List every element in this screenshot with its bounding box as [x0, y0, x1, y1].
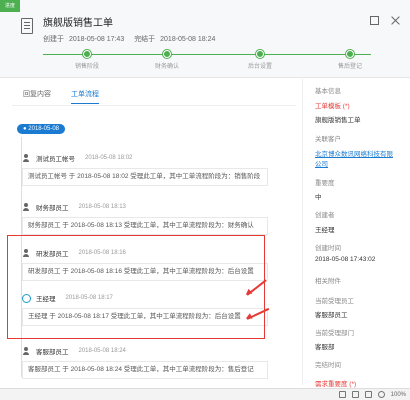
ticket-header: 进度 旗舰版销售工单 创建于 2018-05-08 17:43 完结于 2018…: [0, 0, 410, 78]
completed-label: 完结于: [134, 36, 156, 43]
step-label-1: 销售阶段: [74, 64, 100, 70]
entry-text: 测试员工帐号 于 2018-05-08 18:02 受理此工单，其中工单流程阶段…: [22, 168, 268, 186]
customer-link[interactable]: 北京博众数讯网络科技有限: [315, 148, 393, 158]
highlight-box: [7, 235, 265, 339]
created-time-value: 2018-05-08 17:43:02: [315, 256, 376, 263]
person-icon: [22, 347, 30, 355]
step-dot-2: [163, 50, 171, 58]
ticket-title: 旗舰版销售工单: [43, 18, 113, 29]
step-label-2: 财务确认: [154, 64, 180, 70]
current-handler-value: 客服部员工: [315, 312, 348, 319]
ticket-dates: 创建于 2018-05-08 17:43 完结于 2018-05-08 18:2…: [43, 34, 218, 44]
requirement-label: 需求重要度 (*): [315, 381, 357, 388]
attachment-label: 相关附件: [315, 278, 341, 285]
document-icon: [21, 18, 33, 34]
progress-line: [43, 54, 371, 55]
template-value: 旗舰版销售工单: [315, 117, 361, 124]
step-dot-4: [346, 50, 354, 58]
section-title: 基本信息: [315, 88, 341, 95]
close-icon[interactable]: [391, 16, 400, 25]
entry-time: 2018-05-08 18:02: [85, 155, 133, 161]
person-icon: [22, 203, 30, 211]
creator-label: 创建者: [315, 212, 335, 219]
creator-value: 王经理: [315, 227, 335, 234]
entry-name: 客服部员工: [36, 349, 69, 356]
step-label-3: 后台设置: [247, 64, 273, 70]
current-handler-label: 当前受理员工: [315, 298, 354, 305]
entry-text: 财务部员工 于 2018-05-08 18:13 受理此工单，其中工单流程阶段为…: [22, 217, 268, 235]
entry-text: 客服部员工 于 2018-05-08 18:24 受理此工单，其中工单流程阶段为…: [22, 361, 268, 379]
created-value: 2018-05-08 17:43: [68, 36, 125, 43]
current-dept-label: 当前受理部门: [315, 330, 354, 337]
zoom-icon[interactable]: [377, 391, 385, 398]
priority-value: 中: [315, 194, 322, 201]
corner-tag: 进度: [0, 0, 20, 12]
info-panel: 基本信息 工单模板 (*) 旗舰版销售工单 关联客户 北京博众数讯网络科技有限 …: [302, 79, 410, 388]
step-dot-1: [83, 50, 91, 58]
zoom-level[interactable]: 100%: [391, 392, 406, 398]
date-badge-text: 2018-05-08: [28, 126, 59, 132]
tab-bar: 回复内容 工单流程: [23, 89, 99, 104]
fullscreen-icon[interactable]: [364, 391, 372, 398]
customer-label: 关联客户: [315, 136, 341, 143]
completed-value: 2018-05-08 18:24: [160, 36, 216, 43]
entry-time: 2018-05-08 18:24: [78, 348, 126, 354]
entry-name: 财务部员工: [36, 205, 69, 212]
status-bar: 100%: [0, 388, 410, 400]
timeline-entry-1: 测试员工帐号 2018-05-08 18:02 测试员工帐号 于 2018-05…: [22, 152, 268, 186]
step-label-4: 售后登记: [337, 64, 363, 70]
timeline-entry-2: 财务部员工 2018-05-08 18:13 财务部员工 于 2018-05-0…: [22, 201, 268, 235]
priority-label: 重要度: [315, 180, 335, 187]
timeline-entry-5: 客服部员工 2018-05-08 18:24 客服部员工 于 2018-05-0…: [22, 345, 268, 379]
window-icon[interactable]: [351, 391, 359, 398]
customer-link-cont[interactable]: 公司: [315, 158, 328, 168]
volume-icon[interactable]: [338, 391, 346, 398]
tab-workflow[interactable]: 工单流程: [71, 89, 99, 104]
person-icon: [22, 154, 30, 162]
created-time-label: 创建时间: [315, 245, 341, 252]
entry-time: 2018-05-08 18:13: [78, 204, 126, 210]
current-dept-value: 客服部: [315, 344, 335, 351]
finish-time-label: 完结时间: [315, 362, 341, 369]
tab-divider: [12, 105, 296, 106]
header-actions: [370, 16, 400, 25]
open-window-icon[interactable]: [370, 16, 379, 25]
template-label: 工单模板 (*): [315, 103, 350, 110]
tab-reply-content[interactable]: 回复内容: [23, 89, 51, 104]
step-dot-3: [256, 50, 264, 58]
date-badge: ● 2018-05-08: [17, 124, 65, 134]
created-label: 创建于: [43, 36, 64, 43]
entry-name: 测试员工帐号: [36, 156, 75, 163]
